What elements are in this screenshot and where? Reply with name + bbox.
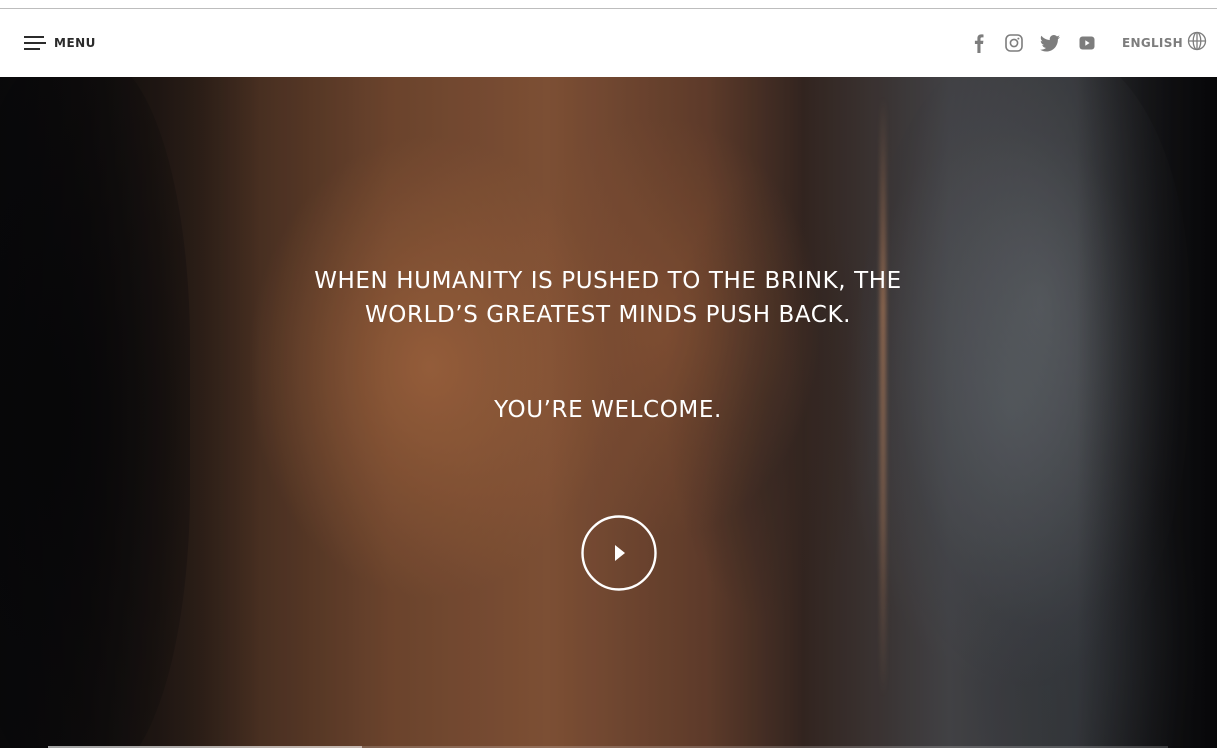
page: MENU ENGLISH WHEN HUMANITY IS PUSHED TO … xyxy=(0,0,1217,748)
hamburger-icon xyxy=(24,34,46,52)
hero-headline: WHEN HUMANITY IS PUSHED TO THE BRINK, TH… xyxy=(208,264,1008,332)
site-header: MENU ENGLISH xyxy=(0,9,1217,77)
instagram-icon xyxy=(1005,34,1023,52)
youtube-icon xyxy=(1079,36,1095,50)
menu-button[interactable]: MENU xyxy=(24,31,96,55)
menu-label: MENU xyxy=(54,36,96,50)
facebook-icon xyxy=(974,33,984,53)
language-label: ENGLISH xyxy=(1122,36,1183,50)
instagram-link[interactable] xyxy=(1003,31,1025,55)
hero-headline-line-2: WORLD’S GREATEST MINDS PUSH BACK. xyxy=(364,302,852,328)
language-selector[interactable]: ENGLISH xyxy=(1122,31,1207,55)
twitter-icon xyxy=(1040,34,1060,52)
globe-icon xyxy=(1187,31,1207,56)
play-icon xyxy=(580,514,658,592)
hero-video: WHEN HUMANITY IS PUSHED TO THE BRINK, TH… xyxy=(0,77,1217,748)
twitter-link[interactable] xyxy=(1038,31,1062,55)
hero-headline-line-1: WHEN HUMANITY IS PUSHED TO THE BRINK, TH… xyxy=(314,268,902,294)
play-video-button[interactable] xyxy=(580,514,658,592)
hero-subline: YOU’RE WELCOME. xyxy=(494,397,722,423)
youtube-link[interactable] xyxy=(1076,31,1098,55)
facebook-link[interactable] xyxy=(968,31,990,55)
